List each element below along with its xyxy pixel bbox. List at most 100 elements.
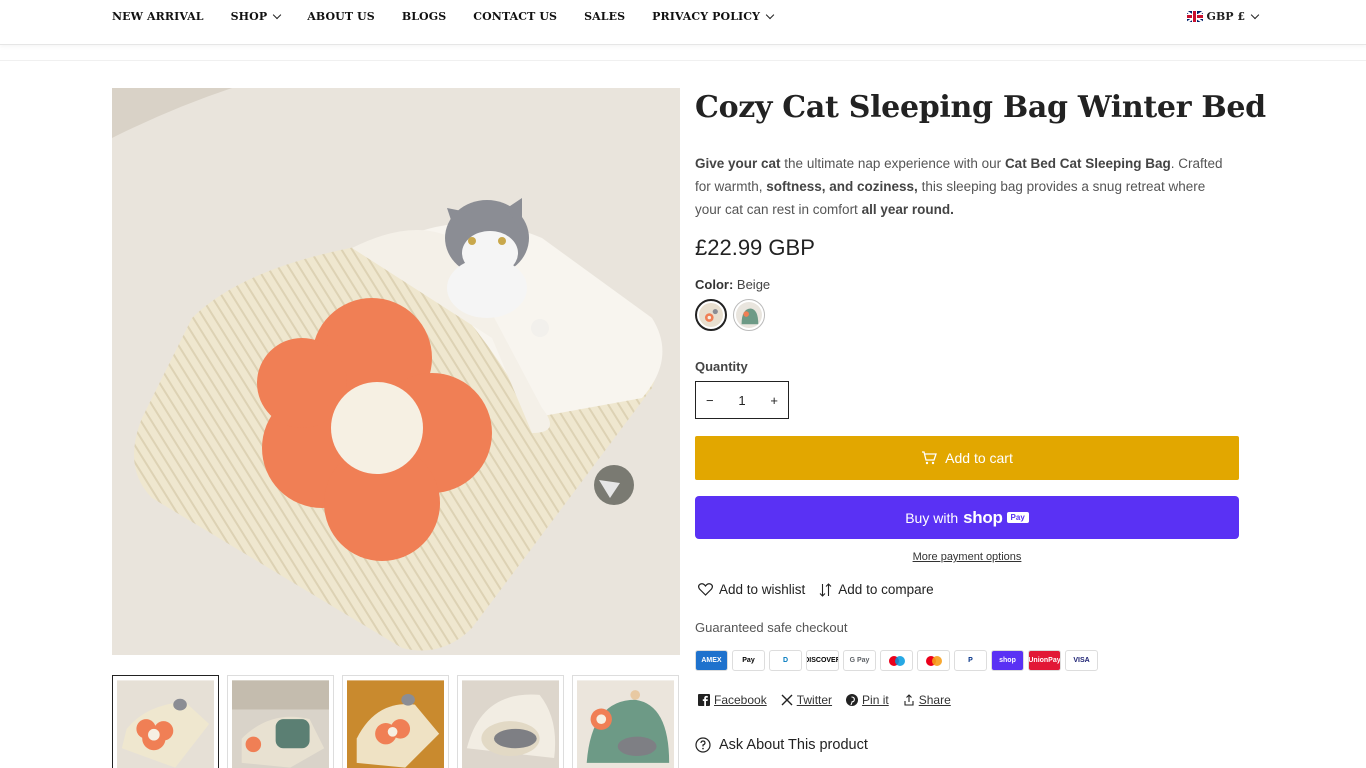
- payment-icons: AMEX Pay D DISCOVER G Pay Pshop UnionPay VISA: [695, 650, 1098, 671]
- thumbnail[interactable]: [572, 675, 679, 768]
- add-to-compare-button[interactable]: Add to compare: [819, 582, 934, 597]
- payment-method-icon: [880, 650, 913, 671]
- desc-bold: Give your cat: [695, 156, 781, 171]
- product-title: Cozy Cat Sleeping Bag Winter Bed: [695, 90, 1266, 125]
- nav-item-new-arrival[interactable]: NEW ARRIVAL: [112, 10, 204, 23]
- desc-bold: Cat Bed Cat Sleeping Bag: [1004, 156, 1171, 171]
- buy-with-label: Buy with: [905, 509, 959, 526]
- payment-method-icon: DISCOVER: [806, 650, 839, 671]
- question-circle-icon: [695, 737, 711, 753]
- nav-label: BLOGS: [401, 10, 447, 23]
- nav-item-shop[interactable]: SHOP: [230, 10, 282, 23]
- shop-logo: shop: [963, 507, 1003, 527]
- product-price: £22.99 GBP: [695, 235, 815, 260]
- share-row: Facebook Twitter Pin it Share: [698, 693, 965, 707]
- share-pinterest-link[interactable]: Pin it: [846, 693, 889, 707]
- color-option-label: Color: Beige: [695, 277, 770, 292]
- quantity-increase-button[interactable]: +: [770, 393, 778, 408]
- pinterest-icon: [846, 694, 859, 706]
- nav-item-blogs[interactable]: BLOGS: [402, 10, 446, 23]
- product-description: Give your cat the ultimate nap experienc…: [695, 152, 1235, 221]
- nav-label: PRIVACY POLICY: [652, 10, 761, 23]
- heart-icon: [698, 583, 713, 596]
- compare-label: Add to compare: [838, 582, 934, 597]
- color-label-key: Color:: [695, 277, 734, 292]
- payment-method-label: P: [968, 657, 973, 664]
- buy-with-shop-pay-button[interactable]: Buy with shop Pay: [695, 496, 1239, 539]
- nav-menu: NEW ARRIVAL SHOP ABOUT US BLOGS CONTACT …: [112, 10, 800, 23]
- payment-method-icon: shop: [991, 650, 1024, 671]
- payment-method-label: DISCOVER: [806, 657, 839, 664]
- ask-about-product-button[interactable]: Ask About This product: [695, 737, 868, 753]
- pinit-label: Pin it: [862, 693, 889, 707]
- nav-label: SHOP: [230, 10, 268, 23]
- desc-bold: all year round.: [861, 202, 954, 217]
- twitter-label: Twitter: [796, 693, 833, 707]
- thumbnail[interactable]: [112, 675, 219, 768]
- swatch-beige[interactable]: [695, 299, 727, 331]
- product-photo: [112, 88, 680, 655]
- desc-text: the ultimate nap experience with our: [780, 156, 1005, 171]
- nav-item-about-us[interactable]: ABOUT US: [307, 10, 375, 23]
- product-main-image[interactable]: [112, 88, 680, 655]
- payment-method-label: UnionPay: [1028, 657, 1061, 664]
- payment-method-icon: VISA: [1065, 650, 1098, 671]
- share-twitter-link[interactable]: Twitter: [781, 693, 832, 707]
- nav-label: SALES: [584, 10, 626, 23]
- quantity-label: Quantity: [695, 359, 748, 374]
- x-twitter-icon: [781, 694, 793, 706]
- payment-method-label: Pay: [742, 657, 755, 664]
- share-facebook-link[interactable]: Facebook: [698, 693, 767, 707]
- guaranteed-checkout-text: Guaranteed safe checkout: [695, 620, 848, 635]
- thumbnail[interactable]: [342, 675, 449, 768]
- color-swatches: [695, 299, 765, 331]
- payment-method-label: AMEX: [701, 657, 722, 664]
- wishlist-label: Add to wishlist: [719, 582, 806, 597]
- nav-item-contact-us[interactable]: CONTACT US: [473, 10, 557, 23]
- payment-method-label: VISA: [1073, 657, 1090, 664]
- payment-method-icon: UnionPay: [1028, 650, 1061, 671]
- thumbnail[interactable]: [227, 675, 334, 768]
- swatch-green[interactable]: [733, 299, 765, 331]
- more-payment-options-link[interactable]: More payment options: [695, 551, 1239, 563]
- nav-label: NEW ARRIVAL: [112, 10, 204, 23]
- payment-method-icon: P: [954, 650, 987, 671]
- payment-method-label: D: [782, 657, 789, 664]
- facebook-icon: [698, 694, 710, 706]
- share-icon: [904, 694, 914, 706]
- quantity-stepper: − 1 +: [695, 381, 789, 419]
- payment-method-icon: D: [769, 650, 802, 671]
- thumbnail[interactable]: [457, 675, 564, 768]
- pay-badge: Pay: [1006, 512, 1029, 523]
- subheader-divider: [0, 45, 1366, 61]
- product-thumbnails: [112, 675, 679, 768]
- currency-selector[interactable]: GBP £: [1186, 10, 1260, 23]
- payment-method-label: shop: [999, 657, 1016, 664]
- wishlist-compare-row: Add to wishlist Add to compare: [698, 582, 948, 597]
- nav-label: CONTACT US: [473, 10, 558, 23]
- compare-icon: [819, 582, 832, 597]
- quantity-input[interactable]: 1: [738, 393, 745, 408]
- top-navigation: NEW ARRIVAL SHOP ABOUT US BLOGS CONTACT …: [0, 0, 1366, 45]
- payment-method-icon: [917, 650, 950, 671]
- add-to-wishlist-button[interactable]: Add to wishlist: [698, 582, 805, 597]
- payment-method-icon: G Pay: [843, 650, 876, 671]
- desc-bold: softness, and coziness,: [766, 179, 918, 194]
- add-to-cart-button[interactable]: Add to cart: [695, 436, 1239, 480]
- share-button[interactable]: Share: [903, 693, 951, 707]
- facebook-label: Facebook: [714, 693, 767, 707]
- nav-item-sales[interactable]: SALES: [584, 10, 625, 23]
- color-label-value: Beige: [736, 277, 771, 292]
- payment-method-icon: Pay: [732, 650, 765, 671]
- nav-label: ABOUT US: [307, 10, 375, 23]
- currency-label: GBP £: [1206, 10, 1245, 23]
- nav-item-privacy-policy[interactable]: PRIVACY POLICY: [652, 10, 775, 23]
- chevron-down-icon: [1250, 10, 1260, 19]
- add-to-cart-label: Add to cart: [945, 450, 1013, 466]
- cart-icon: [922, 451, 938, 465]
- uk-flag-icon: [1186, 11, 1203, 22]
- share-label: Share: [918, 693, 951, 707]
- chevron-down-icon: [765, 10, 775, 19]
- payment-method-icon: AMEX: [695, 650, 728, 671]
- quantity-decrease-button[interactable]: −: [706, 393, 714, 408]
